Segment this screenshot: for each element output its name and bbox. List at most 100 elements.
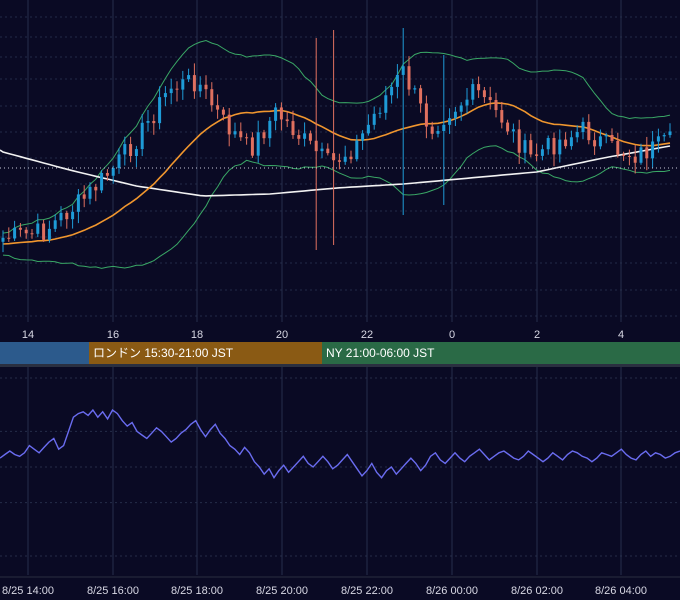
candle-body	[482, 90, 486, 98]
candle-body	[158, 97, 162, 124]
price-x-tick-label: 18	[191, 329, 203, 341]
candle-body	[76, 194, 80, 212]
candle-body	[552, 138, 556, 155]
candle-body	[134, 149, 138, 157]
candle-body	[430, 126, 434, 134]
price-x-tick-label: 22	[361, 329, 373, 341]
candle-body	[390, 86, 394, 96]
candle-body	[71, 211, 75, 220]
candle-body	[187, 75, 191, 80]
candle-body	[494, 100, 498, 111]
candle-body	[378, 112, 382, 114]
candle-body	[210, 89, 214, 106]
candle-body	[564, 139, 568, 147]
chart-background	[0, 0, 680, 600]
price-x-tick-label: 4	[618, 329, 624, 341]
candle-body	[651, 141, 655, 159]
candle-body	[245, 137, 249, 139]
oscillator-x-tick-label: 8/26 00:00	[426, 585, 478, 597]
candle-body	[7, 237, 11, 239]
candle-body	[47, 228, 51, 240]
candle-body	[18, 227, 22, 230]
candle-body	[94, 186, 98, 191]
candle-body	[181, 79, 185, 90]
candle-body	[656, 136, 660, 142]
oscillator-x-tick-label: 8/26 02:00	[511, 585, 563, 597]
candle-body	[616, 140, 620, 155]
candle-body	[308, 133, 312, 141]
candle-body	[610, 134, 614, 141]
candle-body	[274, 107, 278, 121]
candle-body	[146, 121, 150, 123]
candle-body	[627, 155, 631, 157]
candle-body	[633, 156, 637, 163]
candle-body	[569, 137, 573, 147]
candle-body	[314, 140, 318, 152]
candle-body	[575, 132, 579, 138]
candle-body	[395, 74, 399, 87]
candle-body	[297, 135, 301, 139]
candle-body	[250, 137, 254, 156]
candle-body	[320, 148, 324, 152]
candle-body	[645, 147, 649, 159]
candle-body	[36, 223, 40, 234]
candle-body	[442, 124, 446, 131]
candle-body	[163, 93, 167, 98]
candle-body	[262, 132, 266, 139]
price-x-tick-label: 0	[449, 329, 455, 341]
candle-body	[100, 172, 104, 191]
candle-body	[30, 233, 34, 235]
candle-body	[471, 84, 475, 100]
session-label: ロンドン 15:30-21:00 JST	[93, 346, 234, 360]
candle-body	[459, 105, 463, 112]
candle-body	[465, 99, 469, 106]
candle-body	[303, 133, 307, 139]
candle-body	[343, 156, 347, 162]
candle-body	[239, 131, 243, 138]
oscillator-x-tick-label: 8/25 22:00	[341, 585, 393, 597]
candle-body	[419, 88, 423, 104]
main-chart: 14 16 18 20 22 0 2 4 ロンドン 15:30-21:00 JST NY 21:…	[0, 0, 680, 600]
candle-body	[535, 154, 539, 156]
candle-body	[105, 172, 109, 176]
candle-body	[221, 109, 225, 115]
candle-body	[152, 121, 156, 124]
oscillator-x-tick-label: 8/25 20:00	[256, 585, 308, 597]
candle-body	[332, 153, 336, 161]
candle-body	[506, 122, 510, 132]
candle-body	[477, 84, 481, 91]
candle-body	[448, 118, 452, 125]
candle-body	[593, 140, 597, 147]
candle-body	[216, 105, 220, 110]
candle-body	[169, 88, 173, 94]
candle-body	[662, 135, 666, 137]
candle-body	[581, 121, 585, 133]
candle-body	[639, 147, 643, 163]
session-label: NY 21:00-06:00 JST	[326, 346, 435, 360]
oscillator-x-tick-label: 8/25 18:00	[171, 585, 223, 597]
candle-body	[453, 111, 457, 119]
candle-body	[598, 136, 602, 147]
candle-body	[529, 140, 533, 155]
candle-body	[123, 144, 127, 155]
candle-body	[361, 133, 365, 141]
session-bar: ロンドン 15:30-21:00 JST NY 21:00-06:00 JST	[0, 342, 680, 364]
candle-body	[233, 131, 237, 135]
candle-body	[523, 140, 527, 153]
candle-body	[488, 97, 492, 101]
candle-body	[198, 84, 202, 92]
candle-body	[117, 154, 121, 169]
candle-body	[111, 168, 115, 176]
candle-body	[372, 113, 376, 125]
oscillator-x-tick-label: 8/26 04:00	[595, 585, 647, 597]
candle-body	[366, 124, 370, 134]
candle-body	[65, 212, 69, 220]
candle-body	[175, 88, 179, 90]
price-x-tick-label: 2	[534, 329, 540, 341]
candle-body	[424, 103, 428, 127]
candle-body	[558, 139, 562, 155]
candle-body	[82, 194, 86, 199]
candle-body	[587, 121, 591, 141]
candle-body	[413, 88, 417, 90]
candle-body	[88, 186, 92, 199]
